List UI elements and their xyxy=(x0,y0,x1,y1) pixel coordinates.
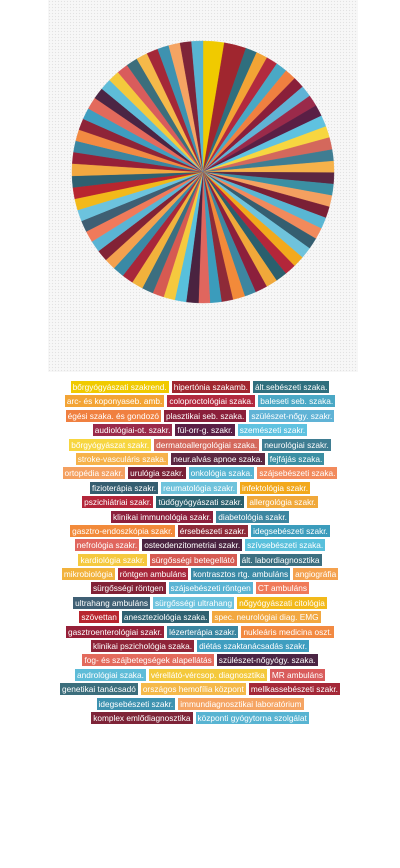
legend-item-3[interactable]: ált.sebészeti szaka. xyxy=(252,381,330,393)
legend-item-44[interactable]: sürgősségi röntgen xyxy=(90,582,166,595)
legend-item-56[interactable]: klinikai pszichológia szaka. xyxy=(90,640,195,653)
legend-item-50[interactable]: szövettan xyxy=(79,611,119,624)
legend-item-55[interactable]: nukleáris medicina oszt. xyxy=(241,625,334,638)
legend-item-52[interactable]: spec. neurológiai diag. EMG xyxy=(212,611,321,624)
legend-item-58[interactable]: fog- és szájbetegségek alapellátás xyxy=(82,654,214,667)
legend-item-12[interactable]: szemészeti szakr. xyxy=(237,424,308,437)
legend-item-64[interactable]: országos hemofília központ xyxy=(140,683,246,696)
legend-item-26[interactable]: pszichiátriai szakr. xyxy=(82,496,154,509)
legend-item-53[interactable]: gasztroenterológiai szakr. xyxy=(66,625,165,638)
legend-item-69[interactable]: központi gyógytorna szolgálat xyxy=(195,711,309,724)
legend-item-46[interactable]: CT ambuláns xyxy=(255,582,310,595)
legend-item-23[interactable]: fizioterápia szakr. xyxy=(89,481,159,494)
legend-item-33[interactable]: idegsebészeti szakr. xyxy=(251,524,330,537)
legend-item-8[interactable]: plasztikai seb. szaka. xyxy=(163,409,247,422)
chart-panel xyxy=(48,0,358,372)
legend-item-43[interactable]: angiográfia xyxy=(293,568,339,581)
pie-chart xyxy=(71,40,335,304)
legend-item-67[interactable]: immundiagnosztikai laboratórium xyxy=(178,697,304,710)
legend-item-5[interactable]: coloproctológiai szaka. xyxy=(167,395,256,408)
legend-item-28[interactable]: allergológia szakr. xyxy=(247,496,318,509)
legend-item-22[interactable]: szájsebészeti szaka. xyxy=(257,467,338,480)
legend-item-39[interactable]: ált. labordiagnosztika xyxy=(239,553,322,566)
legend-item-49[interactable]: nőgyógyászati citológia xyxy=(237,596,327,609)
legend-item-6[interactable]: baleseti seb. szaka. xyxy=(258,395,336,408)
legend-item-48[interactable]: sürgősségi ultrahang xyxy=(153,596,235,609)
legend-item-62[interactable]: MR ambuláns xyxy=(269,668,325,681)
legend-item-18[interactable]: fejfájás szaka. xyxy=(267,452,325,465)
legend-item-2[interactable]: hipertónia szakamb. xyxy=(171,381,250,393)
legend-item-21[interactable]: onkológia szaka. xyxy=(188,467,255,480)
legend-item-34[interactable]: nefrológia szakr. xyxy=(74,539,140,552)
legend-item-61[interactable]: vérellátó-vércsop. diagnosztika xyxy=(148,668,267,681)
legend-item-65[interactable]: mellkassebészeti szakr. xyxy=(248,683,340,696)
legend-item-41[interactable]: röntgen ambuláns xyxy=(117,568,189,581)
legend-item-63[interactable]: genetikai tanácsadó xyxy=(60,683,138,696)
legend-item-40[interactable]: mikrobiológia xyxy=(61,568,115,581)
legend-item-16[interactable]: stroke-vasculáris szaka. xyxy=(75,452,169,465)
legend-item-25[interactable]: infektológia szakr. xyxy=(240,481,310,494)
legend-item-57[interactable]: diétás szaktanácsadás szakr. xyxy=(197,640,310,653)
legend-item-27[interactable]: tüdőgyógyászati szakr. xyxy=(156,496,245,509)
legend-item-38[interactable]: sürgősségi betegellátó xyxy=(149,553,237,566)
legend-item-68[interactable]: komplex emlődiagnosztika xyxy=(91,711,193,724)
legend-item-45[interactable]: szájsebészeti röntgen xyxy=(168,582,253,595)
legend-item-66[interactable]: idegsebészeti szakr. xyxy=(96,697,176,710)
legend-item-42[interactable]: kontrasztos rtg. ambuláns xyxy=(191,568,291,581)
legend-item-10[interactable]: audiológiai-ot. szakr. xyxy=(92,424,173,437)
legend-item-24[interactable]: reumatológia szakr. xyxy=(161,481,238,494)
legend-item-31[interactable]: gasztro-endoszkópia szakr. xyxy=(70,524,175,537)
legend-item-1[interactable]: bőrgyógyászati szakrend. xyxy=(70,381,169,393)
legend: bőrgyógyászati szakrend. hipertónia szaka… xyxy=(60,381,340,724)
legend-item-4[interactable]: arc- és koponyaseb. amb. xyxy=(64,395,165,408)
legend-item-35[interactable]: osteodenzitometriai szakr. xyxy=(142,539,243,552)
legend-item-59[interactable]: szülészet-nőgyógy. szaka. xyxy=(216,654,318,667)
legend-item-17[interactable]: neur.alvás apnoe szaka. xyxy=(171,452,265,465)
legend-item-7[interactable]: égési szaka. és gondozó xyxy=(65,409,161,422)
legend-item-54[interactable]: lézerterápia szakr. xyxy=(167,625,239,638)
legend-item-9[interactable]: szülészet-nőgy. szakr. xyxy=(249,409,335,422)
legend-item-19[interactable]: ortopédia szakr. xyxy=(62,467,126,480)
legend-item-11[interactable]: fül-orr-g. szakr. xyxy=(175,424,235,437)
legend-item-60[interactable]: andrológiai szaka. xyxy=(75,668,146,681)
legend-item-15[interactable]: neurológiai szakr. xyxy=(262,438,331,451)
legend-item-29[interactable]: klinikai immunológia szakr. xyxy=(111,510,214,523)
legend-item-13[interactable]: bőrgyógyászat szakr. xyxy=(69,438,152,451)
legend-item-37[interactable]: kardiológia szakr. xyxy=(78,553,147,566)
legend-item-36[interactable]: szívsebészeti szaka. xyxy=(245,539,326,552)
legend-item-32[interactable]: érsebészeti szakr. xyxy=(177,524,249,537)
legend-item-20[interactable]: urulógia szakr. xyxy=(128,467,186,480)
legend-item-14[interactable]: dermatoallergológiai szaka. xyxy=(154,438,260,451)
legend-item-30[interactable]: diabetológia szakr. xyxy=(216,510,289,523)
legend-item-47[interactable]: ultrahang ambuláns xyxy=(73,596,151,609)
legend-item-51[interactable]: aneszteziológia szaka. xyxy=(121,611,210,624)
